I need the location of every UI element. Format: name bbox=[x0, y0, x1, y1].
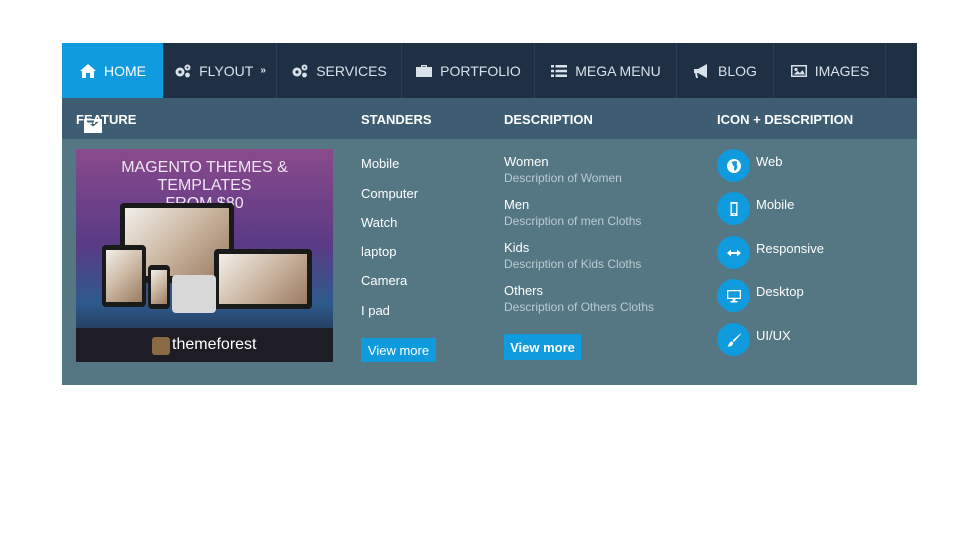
nav-item-label: PORTFOLIO bbox=[440, 62, 521, 79]
home-icon bbox=[80, 63, 96, 78]
nav-item-mega-menu[interactable]: MEGA MENU bbox=[535, 43, 677, 98]
description-subtitle: Description of men Cloths bbox=[504, 214, 642, 228]
standers-link[interactable]: Computer bbox=[361, 186, 418, 201]
stand-mockup bbox=[172, 275, 216, 313]
mega-menu-panel: FEATURE STANDERS DESCRIPTION ICON + DESC… bbox=[62, 98, 917, 385]
icon-item-label[interactable]: Web bbox=[756, 154, 783, 169]
standers-link[interactable]: Mobile bbox=[361, 156, 399, 171]
standers-link[interactable]: Camera bbox=[361, 273, 407, 288]
column-title-description: DESCRIPTION bbox=[504, 112, 593, 127]
chevron-down-icon: » bbox=[260, 65, 266, 76]
tablet-mockup bbox=[102, 245, 146, 307]
icon-item-label[interactable]: Mobile bbox=[756, 197, 794, 212]
main-navigation: HOME FLYOUT » SERVICES PORTFOLIO MEGA ME… bbox=[62, 43, 917, 98]
globe-icon[interactable] bbox=[717, 149, 750, 182]
gears-icon bbox=[292, 64, 308, 77]
description-title[interactable]: Women bbox=[504, 154, 549, 169]
nav-item-label: BLOG bbox=[718, 62, 757, 79]
nav-item-label: HOME bbox=[104, 62, 146, 79]
briefcase-icon bbox=[416, 64, 433, 77]
icon-item-label[interactable]: UI/UX bbox=[756, 328, 791, 343]
desktop-icon[interactable] bbox=[717, 279, 750, 312]
image-icon bbox=[790, 64, 807, 77]
standers-link[interactable]: Watch bbox=[361, 215, 397, 230]
nav-item-flyout[interactable]: FLYOUT » bbox=[164, 43, 277, 98]
icon-item-label[interactable]: Desktop bbox=[756, 284, 804, 299]
themeforest-logo-icon bbox=[152, 337, 170, 355]
phone-mockup bbox=[148, 265, 170, 309]
arrows-h-icon[interactable] bbox=[717, 236, 750, 269]
nav-item-blog[interactable]: BLOG bbox=[677, 43, 774, 98]
column-title-standers: STANDERS bbox=[361, 112, 432, 127]
brush-icon[interactable] bbox=[717, 323, 750, 356]
description-subtitle: Description of Women bbox=[504, 171, 622, 185]
standers-link[interactable]: I pad bbox=[361, 303, 390, 318]
nav-item-label: IMAGES bbox=[814, 62, 870, 79]
column-title-icon-description: ICON + DESCRIPTION bbox=[717, 112, 854, 127]
description-view-more-button[interactable]: View more bbox=[504, 334, 581, 360]
description-title[interactable]: Others bbox=[504, 283, 543, 298]
nav-item-services[interactable]: SERVICES bbox=[277, 43, 402, 98]
banner-line-1: MAGENTO THEMES & TEMPLATES bbox=[121, 159, 288, 194]
bullhorn-icon bbox=[694, 63, 708, 78]
envelope-icon bbox=[84, 119, 102, 133]
description-subtitle: Description of Kids Cloths bbox=[504, 257, 642, 271]
feature-banner[interactable]: MAGENTO THEMES & TEMPLATES FROM $80 them… bbox=[76, 149, 333, 362]
standers-link[interactable]: laptop bbox=[361, 244, 396, 259]
nav-item-home[interactable]: HOME bbox=[62, 43, 164, 98]
gears-icon bbox=[175, 64, 191, 77]
list-icon bbox=[551, 64, 568, 77]
icon-item-label[interactable]: Responsive bbox=[756, 241, 824, 256]
nav-item-portfolio[interactable]: PORTFOLIO bbox=[402, 43, 535, 98]
nav-item-label: FLYOUT bbox=[199, 62, 254, 79]
description-title[interactable]: Kids bbox=[504, 240, 529, 255]
mobile-icon[interactable] bbox=[717, 192, 750, 225]
nav-item-images[interactable]: IMAGES bbox=[774, 43, 886, 98]
description-title[interactable]: Men bbox=[504, 197, 529, 212]
standers-view-more-button[interactable]: View more bbox=[361, 338, 436, 362]
description-subtitle: Description of Others Cloths bbox=[504, 300, 655, 314]
nav-item-label: MEGA MENU bbox=[575, 62, 661, 79]
banner-brand: themeforest bbox=[172, 336, 257, 353]
nav-item-label: SERVICES bbox=[316, 62, 387, 79]
laptop-mockup bbox=[214, 249, 312, 309]
